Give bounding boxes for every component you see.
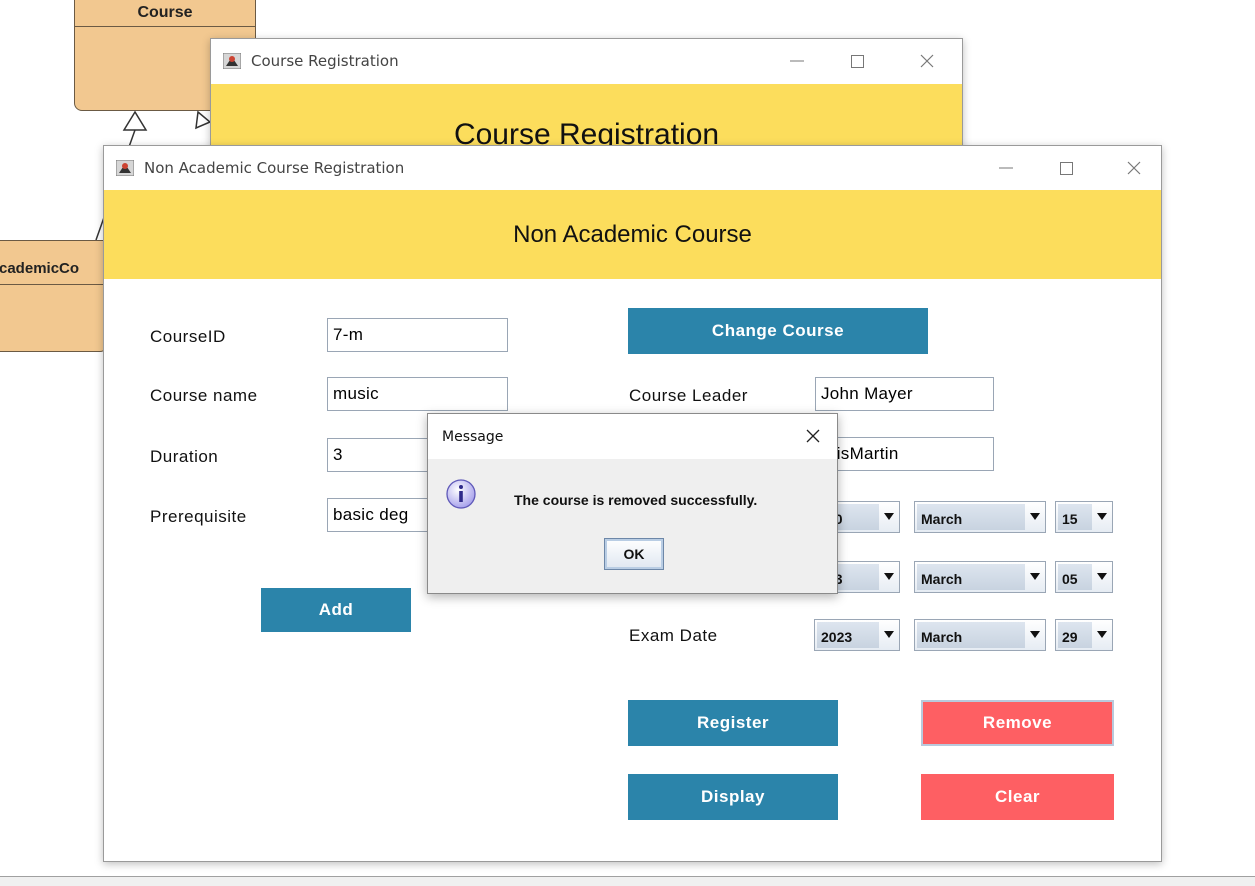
exam-year-value: 2023 [817,622,879,648]
close-icon[interactable] [912,47,942,75]
course-registration-titlebar[interactable]: Course Registration [211,39,962,83]
maximize-icon[interactable] [842,47,872,75]
chevron-down-icon[interactable] [879,562,899,592]
chevron-down-icon[interactable] [1025,562,1045,592]
minimize-icon[interactable] [782,47,812,75]
course-leader-label: Course Leader [629,386,748,405]
dialog-message: The course is removed successfully. [514,492,758,508]
start-month-value: March [917,504,1025,530]
clear-button[interactable]: Clear [921,774,1114,820]
display-button[interactable]: Display [628,774,838,820]
minimize-icon[interactable] [991,154,1021,182]
close-icon[interactable] [1119,154,1149,182]
exam-month-value: March [917,622,1025,648]
chevron-down-icon[interactable] [1092,502,1112,532]
course-id-label: CourseID [150,327,226,346]
exam-day-select[interactable]: 29 [1055,619,1113,651]
duration-label: Duration [150,447,219,466]
java-app-icon [223,53,241,69]
non-academic-titlebar[interactable]: Non Academic Course Registration [104,146,1161,190]
start-day-value: 15 [1058,504,1092,530]
prerequisite-label: Prerequisite [150,507,247,526]
chevron-down-icon[interactable] [1025,502,1045,532]
course-name-label: Course name [150,386,258,405]
non-academic-header: Non Academic Course [104,190,1161,279]
start-day-select[interactable]: 15 [1055,501,1113,533]
chevron-down-icon[interactable] [1092,620,1112,650]
dialog-title: Message [442,429,504,445]
add-button[interactable]: Add [261,588,411,632]
exam-date-label: Exam Date [629,626,718,645]
start-month-select[interactable]: March [914,501,1046,533]
message-dialog[interactable]: Message The course is removed successful… [427,413,838,594]
uml-class-academic-title: cademicCo [0,253,107,285]
completion-month-select[interactable]: March [914,561,1046,593]
exam-month-select[interactable]: March [914,619,1046,651]
dialog-titlebar[interactable]: Message [428,414,837,459]
window-title: Course Registration [251,52,399,70]
chevron-down-icon[interactable] [879,502,899,532]
maximize-icon[interactable] [1051,154,1081,182]
course-name-field[interactable]: music [327,377,508,411]
chevron-down-icon[interactable] [879,620,899,650]
exam-year-select[interactable]: 2023 [814,619,900,651]
ok-button[interactable]: OK [604,538,664,570]
status-strip [0,876,1255,886]
remove-button[interactable]: Remove [921,700,1114,746]
instructor-field[interactable]: hrisMartin [815,437,994,471]
completion-day-select[interactable]: 05 [1055,561,1113,593]
change-course-button[interactable]: Change Course [628,308,928,354]
uml-class-academic: cademicCo [0,240,108,352]
java-app-icon [116,160,134,176]
course-id-field[interactable]: 7-m [327,318,508,352]
chevron-down-icon[interactable] [1025,620,1045,650]
register-button[interactable]: Register [628,700,838,746]
info-icon [446,479,476,509]
completion-month-value: March [917,564,1025,590]
course-leader-field[interactable]: John Mayer [815,377,994,411]
close-icon[interactable] [803,426,823,446]
window-title: Non Academic Course Registration [144,159,405,177]
chevron-down-icon[interactable] [1092,562,1112,592]
completion-day-value: 05 [1058,564,1092,590]
exam-day-value: 29 [1058,622,1092,648]
